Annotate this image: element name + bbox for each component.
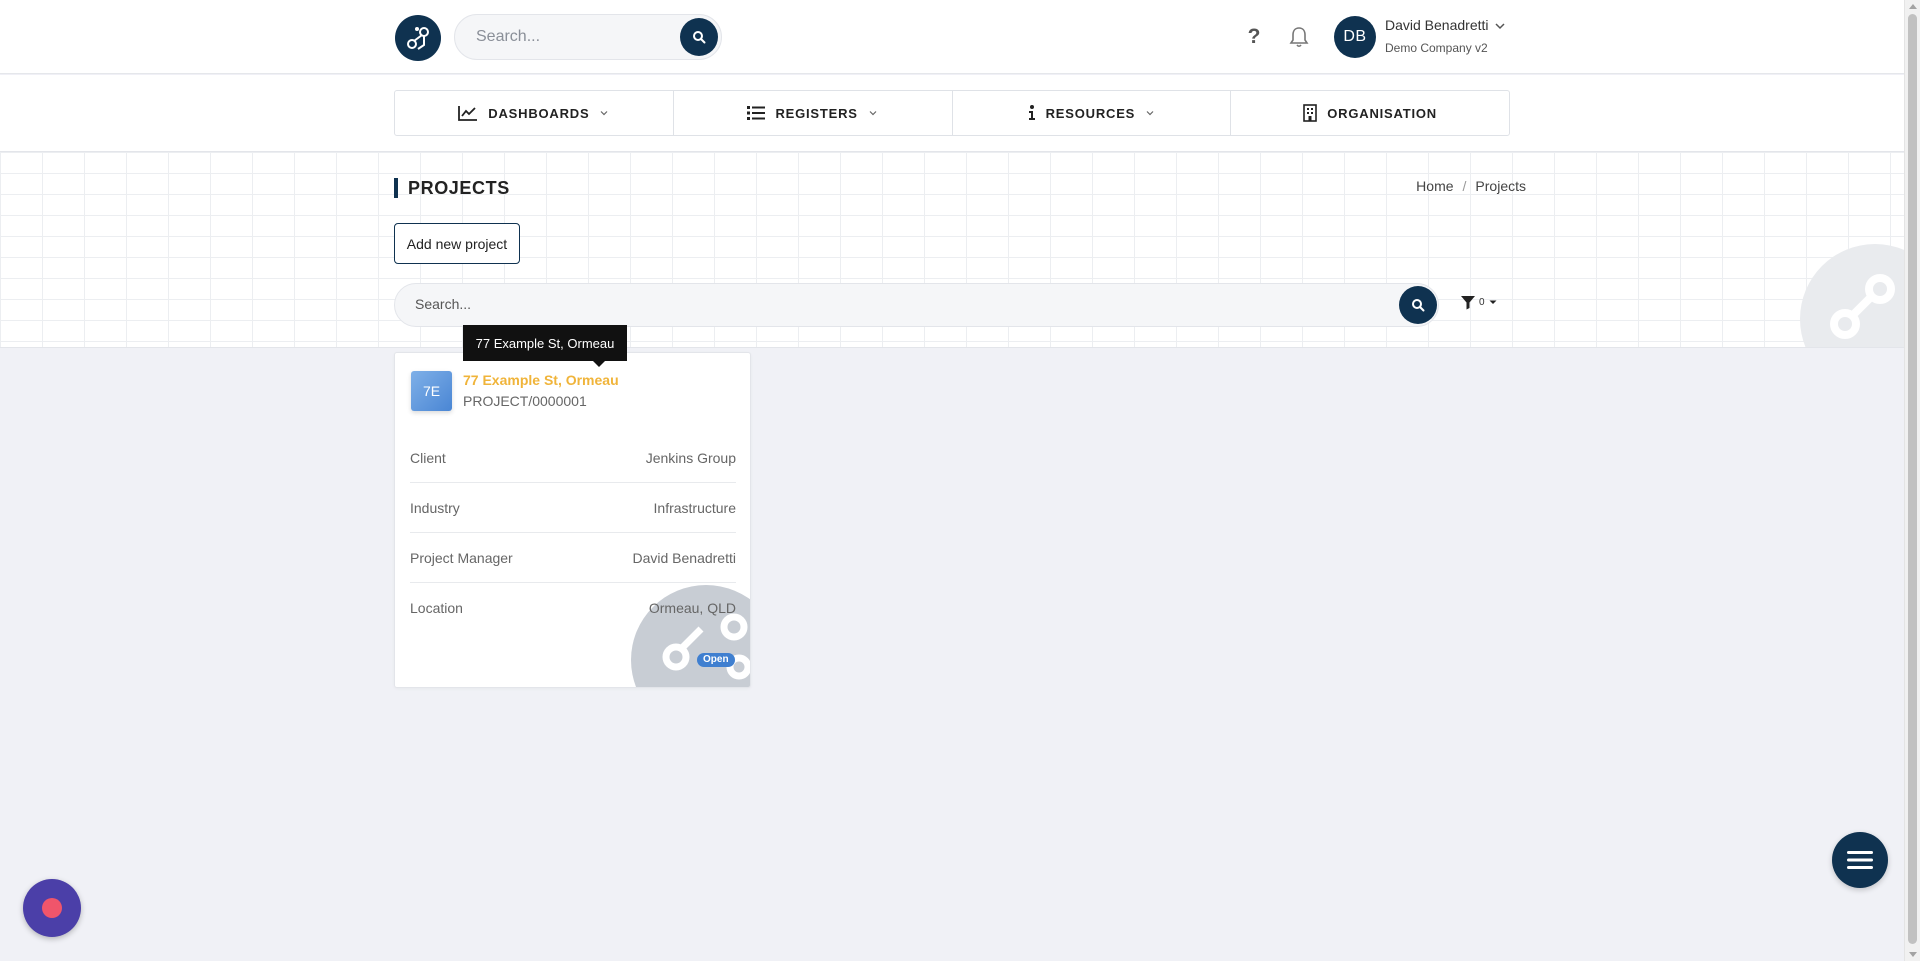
global-search	[454, 14, 722, 60]
caret-down-icon	[1489, 300, 1497, 304]
project-search	[394, 283, 1439, 327]
project-title-link[interactable]: 77 Example St, Ormeau	[463, 372, 619, 388]
nav-registers-label: REGISTERS	[775, 105, 858, 121]
search-icon	[1412, 299, 1425, 312]
search-icon	[693, 31, 706, 44]
detail-label: Client	[410, 449, 446, 466]
chevron-down-icon	[1146, 111, 1154, 116]
building-icon	[1303, 104, 1318, 122]
breadcrumb: Home / Projects	[1416, 178, 1526, 194]
scroll-up-icon[interactable]	[1909, 4, 1917, 9]
detail-value: Jenkins Group	[645, 449, 736, 466]
global-search-input[interactable]	[476, 28, 676, 46]
detail-row-client: Client Jenkins Group	[410, 433, 736, 483]
detail-value: Infrastructure	[653, 499, 736, 516]
project-search-button[interactable]	[1399, 286, 1437, 324]
nav-dashboards-label: DASHBOARDS	[488, 105, 590, 121]
page-scrollbar[interactable]	[1904, 0, 1920, 961]
record-dot-icon	[42, 898, 62, 918]
breadcrumb-home[interactable]: Home	[1416, 178, 1453, 194]
top-header: ? DB David Benadretti Demo Company v2	[0, 0, 1904, 74]
nav-registers[interactable]: REGISTERS	[674, 91, 953, 135]
nav-bar: DASHBOARDS REGISTERS RESOURCES ORGANISAT…	[394, 90, 1510, 136]
breadcrumb-separator: /	[1462, 178, 1467, 194]
global-search-button[interactable]	[680, 18, 718, 56]
record-button[interactable]	[23, 879, 81, 937]
project-card[interactable]: Open 7E 77 Example St, Ormeau PROJECT/00…	[394, 352, 751, 688]
project-title-tooltip: 77 Example St, Ormeau	[463, 325, 627, 367]
detail-row-project-manager: Project Manager David Benadretti	[410, 533, 736, 583]
chevron-down-icon	[869, 111, 877, 116]
user-name[interactable]: David Benadretti	[1385, 17, 1489, 33]
detail-value: Ormeau, QLD	[648, 600, 736, 616]
chevron-down-icon	[601, 111, 608, 116]
hamburger-icon	[1847, 851, 1873, 869]
page-title: PROJECTS	[394, 178, 510, 198]
scrollbar-thumb[interactable]	[1908, 14, 1917, 944]
project-code: PROJECT/0000001	[463, 393, 587, 409]
nav-organisation[interactable]: ORGANISATION	[1231, 91, 1509, 135]
user-company: Demo Company v2	[1385, 41, 1488, 55]
bell-icon	[1289, 27, 1309, 48]
logo-watermark-icon	[1830, 274, 1895, 339]
detail-value: David Benadretti	[632, 549, 736, 566]
main-navigation: DASHBOARDS REGISTERS RESOURCES ORGANISAT…	[0, 75, 1904, 152]
detail-label: Project Manager	[410, 549, 513, 566]
nav-organisation-label: ORGANISATION	[1327, 105, 1437, 121]
project-details: Client Jenkins Group Industry Infrastruc…	[410, 433, 736, 633]
nav-dashboards[interactable]: DASHBOARDS	[395, 91, 674, 135]
filter-icon	[1461, 296, 1475, 310]
project-search-input[interactable]	[415, 296, 1375, 312]
banner-logo-watermark	[1800, 244, 1904, 347]
notifications-button[interactable]	[1289, 25, 1309, 49]
nav-resources-label: RESOURCES	[1045, 105, 1136, 121]
app-logo[interactable]	[395, 15, 441, 61]
help-icon[interactable]: ?	[1244, 22, 1264, 52]
info-icon	[1028, 105, 1035, 120]
add-new-project-button[interactable]: Add new project	[394, 223, 520, 264]
detail-label: Industry	[410, 499, 460, 516]
scroll-down-icon[interactable]	[1909, 952, 1917, 957]
chevron-down-icon[interactable]	[1494, 20, 1506, 32]
detail-row-location: Location Ormeau, QLD	[410, 583, 736, 633]
project-avatar: 7E	[411, 371, 452, 411]
chart-line-icon	[458, 106, 478, 121]
filter-dropdown[interactable]: 0	[1460, 294, 1498, 310]
logo-icon	[407, 27, 429, 50]
floating-menu-button[interactable]	[1832, 832, 1888, 888]
breadcrumb-projects: Projects	[1475, 178, 1526, 194]
list-icon	[747, 106, 766, 120]
nav-resources[interactable]: RESOURCES	[953, 91, 1232, 135]
filter-count: 0	[1479, 296, 1485, 308]
detail-label: Location	[410, 600, 463, 616]
status-badge: Open	[697, 653, 735, 667]
detail-row-industry: Industry Infrastructure	[410, 483, 736, 533]
user-avatar[interactable]: DB	[1334, 16, 1376, 58]
